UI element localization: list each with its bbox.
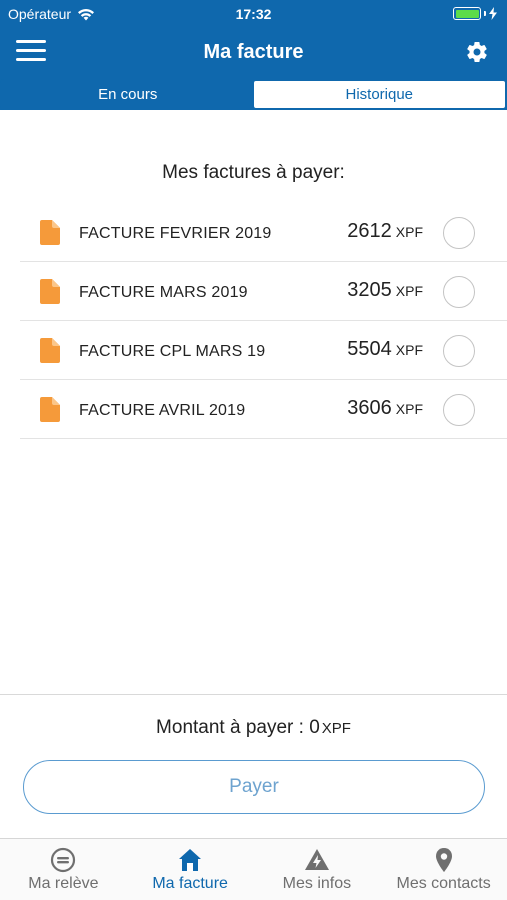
tab-label: Ma facture bbox=[152, 875, 228, 892]
invoice-select-radio[interactable] bbox=[443, 394, 475, 426]
amount-value: 5504 bbox=[347, 338, 392, 360]
amount-value: 3205 bbox=[347, 279, 392, 301]
status-bar: Opérateur 17:32 bbox=[0, 0, 507, 28]
invoice-row[interactable]: FACTURE FEVRIER 2019 2612 XPF bbox=[20, 203, 507, 262]
segment-historique[interactable]: Historique bbox=[253, 81, 505, 108]
amount-currency: XPF bbox=[395, 283, 423, 299]
header: Opérateur 17:32 Ma facture En cours Hist… bbox=[0, 0, 507, 110]
tab-bar: Ma relève Ma facture Mes infos Mes conta… bbox=[0, 838, 507, 900]
amount-value: 3606 bbox=[347, 397, 392, 419]
pay-button[interactable]: Payer bbox=[23, 760, 485, 814]
warning-icon bbox=[304, 849, 329, 870]
invoice-list: FACTURE FEVRIER 2019 2612 XPF FACTURE MAR… bbox=[20, 203, 507, 439]
document-icon bbox=[40, 220, 60, 245]
tab-mes-infos[interactable]: Mes infos bbox=[254, 839, 381, 900]
battery-icon bbox=[453, 7, 497, 20]
invoice-amount: 2612 XPF bbox=[347, 220, 423, 243]
document-icon bbox=[40, 338, 60, 363]
divider bbox=[0, 694, 507, 695]
invoice-label: FACTURE MARS 2019 bbox=[79, 284, 248, 301]
amount-currency: XPF bbox=[395, 224, 423, 240]
navigation-bar: Ma facture bbox=[0, 30, 507, 76]
invoice-select-radio[interactable] bbox=[443, 217, 475, 249]
invoices-heading: Mes factures à payer: bbox=[162, 162, 345, 183]
total-amount: Montant à payer : 0 XPF bbox=[0, 717, 507, 739]
total-currency: XPF bbox=[321, 720, 351, 737]
tab-label: Mes contacts bbox=[396, 875, 491, 892]
amount-currency: XPF bbox=[395, 401, 423, 417]
tab-mes-contacts[interactable]: Mes contacts bbox=[380, 839, 507, 900]
home-icon bbox=[179, 849, 202, 871]
invoice-row[interactable]: FACTURE AVRIL 2019 3606 XPF bbox=[20, 380, 507, 439]
document-icon bbox=[40, 397, 60, 422]
invoice-amount: 3606 XPF bbox=[347, 397, 423, 420]
settings-button[interactable] bbox=[465, 40, 489, 64]
charging-bolt-icon bbox=[489, 7, 497, 20]
segment-en-cours[interactable]: En cours bbox=[2, 81, 254, 108]
tab-label: Ma relève bbox=[28, 875, 99, 892]
document-icon bbox=[40, 279, 60, 304]
page-title: Ma facture bbox=[203, 41, 304, 63]
tab-ma-facture[interactable]: Ma facture bbox=[127, 839, 254, 900]
amount-currency: XPF bbox=[395, 342, 423, 358]
invoice-label: FACTURE FEVRIER 2019 bbox=[79, 225, 272, 242]
tab-ma-releve[interactable]: Ma relève bbox=[0, 839, 127, 900]
clock: 17:32 bbox=[235, 6, 272, 22]
invoice-label: FACTURE CPL MARS 19 bbox=[79, 343, 266, 360]
location-pin-icon bbox=[435, 848, 452, 872]
total-label: Montant à payer : 0 bbox=[156, 717, 320, 738]
invoice-label: FACTURE AVRIL 2019 bbox=[79, 402, 246, 419]
meter-icon bbox=[51, 847, 76, 873]
invoice-amount: 5504 XPF bbox=[347, 338, 423, 361]
invoice-select-radio[interactable] bbox=[443, 335, 475, 367]
segmented-control: En cours Historique bbox=[0, 79, 507, 110]
invoice-select-radio[interactable] bbox=[443, 276, 475, 308]
invoice-row[interactable]: FACTURE CPL MARS 19 5504 XPF bbox=[20, 321, 507, 380]
gear-icon bbox=[467, 42, 487, 63]
invoice-row[interactable]: FACTURE MARS 2019 3205 XPF bbox=[20, 262, 507, 321]
amount-value: 2612 bbox=[347, 220, 392, 242]
invoice-amount: 3205 XPF bbox=[347, 279, 423, 302]
tab-label: Mes infos bbox=[282, 875, 352, 892]
